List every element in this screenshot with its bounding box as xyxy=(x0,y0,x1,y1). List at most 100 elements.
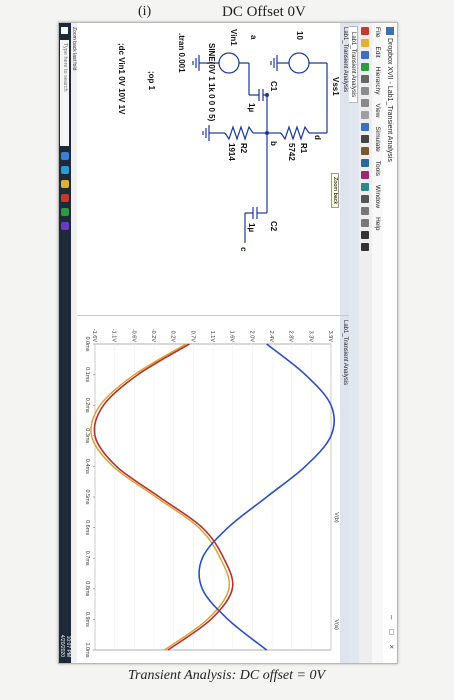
tab-bar: Lab1_Transient Analysis xyxy=(349,23,359,663)
legend-vb: V(b) xyxy=(333,512,339,523)
menu-help[interactable]: Help xyxy=(374,217,381,230)
clock-date: 4/20/2020 xyxy=(59,634,66,657)
section-number: (i) xyxy=(138,4,152,19)
node-c-label: c xyxy=(239,247,248,252)
y-tick-label: 2.0V xyxy=(248,331,254,343)
vss-source-symbol xyxy=(288,52,310,74)
c2-value: 1µ xyxy=(247,223,256,232)
legend-va: V(a) xyxy=(333,619,339,630)
y-tick-label: -1.6V xyxy=(91,329,97,342)
window-controls[interactable]: –□× xyxy=(387,615,396,659)
clock[interactable]: 10:07 PM 4/20/2020 xyxy=(59,634,72,657)
r1-value: 5742 xyxy=(287,143,296,161)
chrome-icon[interactable] xyxy=(61,208,69,216)
r2-label: R2 xyxy=(239,143,248,154)
r1-label: R1 xyxy=(299,143,308,154)
y-tick-label: 3.3V xyxy=(307,331,313,343)
vin-label: Vin1 xyxy=(229,29,238,46)
node-d-label: d xyxy=(313,135,322,140)
rotate-icon[interactable] xyxy=(361,207,370,215)
x-tick-label: 0.9ms xyxy=(84,612,90,627)
y-tick-label: 0.2V xyxy=(170,331,176,343)
vin-source-symbol xyxy=(218,52,240,74)
pan-icon[interactable] xyxy=(361,111,370,119)
vss-value: 10 xyxy=(295,31,304,40)
r1-symbol xyxy=(280,125,310,141)
y-tick-label: 2.8V xyxy=(288,331,294,343)
x-tick-label: 0.6ms xyxy=(84,520,90,535)
vss-label: Vss1 xyxy=(331,77,340,96)
sine-directive: SINE(0V 1 1k 0 0 0 5) xyxy=(207,43,216,122)
y-tick-label: -0.2V xyxy=(150,329,156,342)
x-tick-label: 0.4ms xyxy=(84,459,90,474)
tab-schematic[interactable]: Lab1_Transient Analysis xyxy=(349,26,358,104)
diode-icon[interactable] xyxy=(361,183,370,191)
x-tick-label: 0.7ms xyxy=(84,551,90,566)
x-tick-label: 0.8ms xyxy=(84,581,90,596)
y-tick-label: 1.1V xyxy=(209,331,215,343)
task-view-icon[interactable] xyxy=(61,152,69,160)
c2-label: C2 xyxy=(269,221,278,232)
menu-file[interactable]: File xyxy=(374,27,381,37)
menu-bar: File Edit Hierarchy View Simulate Tools … xyxy=(372,23,383,663)
taskbar-search-input[interactable] xyxy=(60,40,70,146)
y-tick-label: -0.6V xyxy=(130,329,136,342)
y-tick-label: -1.1V xyxy=(111,329,117,342)
ltspice-taskbar-icon[interactable] xyxy=(61,194,69,202)
y-tick-label: 2.4V xyxy=(268,331,274,343)
x-tick-label: 1.0ms xyxy=(84,643,90,658)
zoom-out-icon[interactable] xyxy=(361,99,370,107)
inductor-icon[interactable] xyxy=(361,171,370,179)
app-icon xyxy=(386,27,394,35)
ground-icon[interactable] xyxy=(361,135,370,143)
x-tick-label: 0.2ms xyxy=(84,398,90,413)
resistor-icon[interactable] xyxy=(361,147,370,155)
node-a-label: a xyxy=(249,35,258,40)
menu-hierarchy[interactable]: Hierarchy xyxy=(374,67,381,95)
c1-label: C1 xyxy=(269,81,278,92)
open-icon[interactable] xyxy=(361,39,370,47)
x-tick-label: 0.0ms xyxy=(84,337,90,352)
save-icon[interactable] xyxy=(361,51,370,59)
spice-directive-icon[interactable] xyxy=(361,243,370,251)
wire-icon[interactable] xyxy=(361,123,370,131)
dc-directive: ;dc Vin1 0V 10V 1V xyxy=(117,43,126,115)
menu-view[interactable]: View xyxy=(374,104,381,118)
new-icon[interactable] xyxy=(361,27,370,35)
status-bar: Zoom back last fold xyxy=(71,23,77,663)
window-title: Dropbox XVII - Lab1_Transient Analysis xyxy=(386,38,394,162)
component-icon[interactable] xyxy=(361,195,370,203)
edge-icon[interactable] xyxy=(61,166,69,174)
waveform-pane[interactable]: Lab1_Transient Analysis 3.9V 3.3V 2.8V 2.4V… xyxy=(77,316,349,663)
menu-tools[interactable]: Tools xyxy=(374,161,381,176)
halt-icon[interactable] xyxy=(361,75,370,83)
windows-start-icon[interactable] xyxy=(61,27,69,34)
taskbar: 10:07 PM 4/20/2020 xyxy=(59,23,71,663)
menu-window[interactable]: Window xyxy=(374,185,381,208)
c1-value: 1µ xyxy=(247,103,256,112)
y-tick-label: 1.6V xyxy=(229,331,235,343)
r2-value: 1914 xyxy=(227,143,236,161)
menu-simulate[interactable]: Simulate xyxy=(374,126,381,151)
zoom-in-icon[interactable] xyxy=(361,87,370,95)
y-tick-label: 0.7V xyxy=(189,331,195,343)
mirror-icon[interactable] xyxy=(361,219,370,227)
clock-time: 10:07 PM xyxy=(65,635,71,657)
title-bar: Dropbox XVII - Lab1_Transient Analysis –… xyxy=(382,23,397,663)
text-icon[interactable] xyxy=(361,231,370,239)
x-tick-label: 0.5ms xyxy=(84,490,90,505)
waveform-plot: 3.9V 3.3V 2.8V 2.4V 2.0V 1.6V 1.1V 0.7V 0.2V -0.2… xyxy=(84,329,339,658)
file-explorer-icon[interactable] xyxy=(61,180,69,188)
x-tick-label: 0.3ms xyxy=(84,428,90,443)
figure-caption: Transient Analysis: DC offset = 0V xyxy=(128,668,326,683)
tran-directive: .tran 0.001 xyxy=(177,33,186,73)
schematic-drawing: Vss1 10 d R1 5742 C1 a b C2 1µ c Vin1 1µ… xyxy=(117,29,340,252)
ltspice-window: Dropbox XVII - Lab1_Transient Analysis –… xyxy=(58,22,398,664)
x-tick-label: 0.1ms xyxy=(84,367,90,382)
menu-edit[interactable]: Edit xyxy=(374,46,381,57)
run-icon[interactable] xyxy=(361,63,370,71)
schematic-pane[interactable]: Lab1_Transient Analysis Zoom back Vss1 1… xyxy=(77,23,349,316)
capacitor-icon[interactable] xyxy=(361,159,370,167)
onenote-icon[interactable] xyxy=(61,222,69,230)
node-b-label: b xyxy=(269,141,278,146)
